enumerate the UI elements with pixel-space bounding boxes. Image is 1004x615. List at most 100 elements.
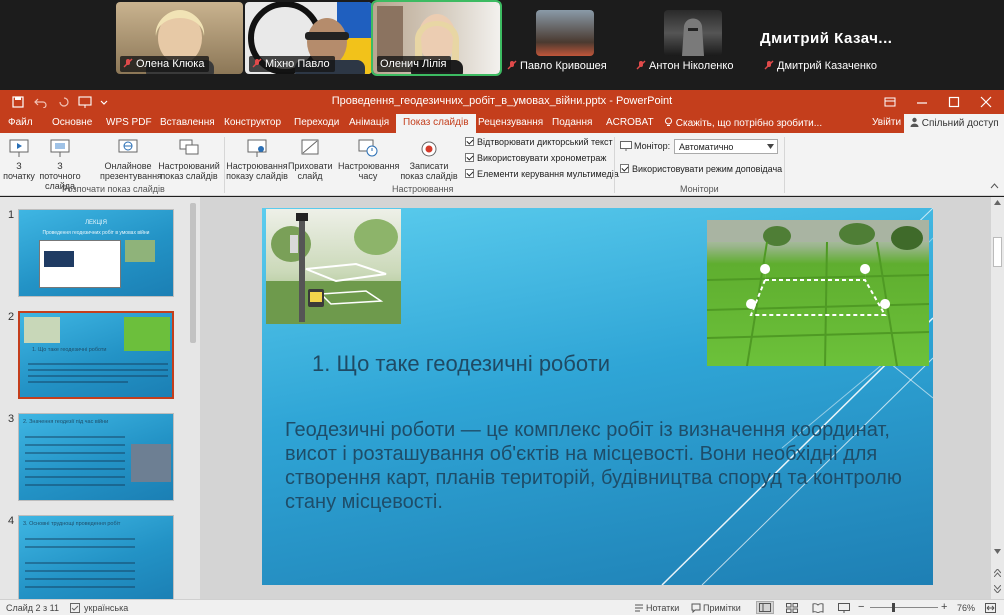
sign-in-link[interactable]: Увійти [872,117,901,128]
tab-slide-show[interactable]: Показ слайдів [396,114,476,133]
tab-home[interactable]: Основне [52,117,92,128]
participant-name: Антон Ніколенко [649,60,734,72]
thumbnail-text-line [25,546,135,548]
thumbnail-illustration [24,317,60,343]
group-label-start: Розпочати показ слайдів [62,184,165,194]
thumbnail-text-line [25,452,125,454]
from-current-slide-button[interactable]: З поточного слайда [36,137,84,191]
monitor-select-value: Автоматично [679,142,734,152]
participant-tile-2[interactable]: Міхно Павло [245,2,372,74]
thumbnail-number: 1 [8,209,15,221]
slideshow-view-icon[interactable] [838,603,850,613]
language-indicator[interactable]: українська [84,603,128,613]
maximize-icon[interactable] [948,96,960,108]
tab-acrobat[interactable]: ACROBAT [606,117,654,128]
tab-animations[interactable]: Анімація [349,117,389,128]
share-button[interactable]: Спільний доступ [904,114,1004,133]
slide-thumbnails-pane: 1 ЛЕКЦІЯ Проведення геодезичних робіт в … [0,197,200,599]
reading-view-icon[interactable] [812,603,824,613]
participant-tile-3-active-speaker[interactable]: Оленич Лілія [371,0,502,76]
tab-review[interactable]: Рецензування [478,117,543,128]
normal-view-button[interactable] [756,601,774,614]
participant-name: Оленич Лілія [380,58,447,70]
checkbox-checked-icon [620,164,629,173]
window-title-bar: Проведення_геодезичних_робіт_в_умовах_ві… [0,90,1004,114]
mic-muted-icon [123,58,133,68]
record-slide-show-button[interactable]: Записати показ слайдів [398,137,460,181]
scroll-up-icon[interactable] [994,200,1001,205]
participant-name: Павло Кривошея [520,60,607,72]
zoom-out-icon[interactable]: − [858,601,864,613]
button-label: З початку [3,161,35,181]
editor-vertical-scrollbar[interactable] [991,197,1004,599]
ribbon-slide-show: З початку З поточного слайда Онлайнове п… [0,133,1004,196]
collapse-ribbon-icon[interactable] [990,183,999,189]
minimize-icon[interactable] [916,96,928,108]
show-media-controls-checkbox[interactable]: Елементи керування мультимедіа [465,169,619,179]
scrollbar-thumb[interactable] [190,203,196,343]
tab-insert[interactable]: Вставлення [160,117,215,128]
thumbnail-text-line [28,369,168,371]
normal-view-icon [759,603,771,612]
participant-name-tag: Оленич Лілія [377,56,452,72]
person-icon [910,117,919,127]
slideshow-start-icon [9,139,29,157]
slide-thumbnail-2-selected[interactable]: 1. Що таке геодезичні роботи [18,311,174,399]
thumbnail-photo [125,240,155,262]
slide-thumbnail-4[interactable]: 3. Основні труднощі проведення робіт [18,515,174,599]
checkbox-label: Відтворювати дикторський текст [477,137,613,147]
button-label: Настроювання часу [338,161,400,181]
thumbnail-title: ЛЕКЦІЯ [85,220,107,226]
present-online-button[interactable]: Онлайнове презентування [100,137,162,181]
spellcheck-icon[interactable] [70,603,80,613]
zoom-slider[interactable] [870,607,938,608]
slide-title[interactable]: 1. Що таке геодезичні роботи [312,351,610,377]
thumbnail-text-line [25,436,125,438]
participant-tile-1[interactable]: Олена Клюка [116,2,243,74]
use-timings-checkbox[interactable]: Використовувати хронометраж [465,153,606,163]
custom-slide-show-button[interactable]: Настроюваний показ слайдів [158,137,220,181]
tab-wps-pdf[interactable]: WPS PDF [106,117,152,128]
participant-name: Міхно Павло [265,58,330,70]
slide-thumbnail-1[interactable]: ЛЕКЦІЯ Проведення геодезичних робіт в ум… [18,209,174,297]
slide-thumbnail-3[interactable]: 2. Значення геодезії під час війни [18,413,174,501]
set-up-slide-show-button[interactable]: Настроювання показу слайдів [226,137,288,181]
ribbon-display-options-icon[interactable] [884,96,896,108]
rehearse-timings-button[interactable]: Настроювання часу [338,137,400,181]
monitor-select[interactable]: Автоматично [674,139,778,154]
tab-view[interactable]: Подання [552,117,592,128]
current-slide[interactable]: 1. Що таке геодезичні роботи Геодезичні … [262,208,933,585]
presenter-view-checkbox[interactable]: Використовувати режим доповідача [620,164,782,174]
group-label-monitors: Монітори [680,184,719,194]
record-icon [421,141,437,157]
slide-sorter-icon[interactable] [786,603,798,613]
play-narrations-checkbox[interactable]: Відтворювати дикторський текст [465,137,613,147]
zoom-slider-handle[interactable] [892,603,895,612]
previous-slide-icon[interactable] [994,569,1001,577]
hide-slide-button[interactable]: Приховати слайд [288,137,333,181]
video-conference-strip: Олена Клюка Міхно Павло Оленич Лілія Пав… [0,0,1004,90]
comments-button[interactable]: Примітки [703,603,741,613]
notes-button[interactable]: Нотатки [646,603,679,613]
tell-me-search[interactable]: Скажіть, що потрібно зробити... [664,117,822,129]
participant-large-name: Дмитрий Казач... [760,30,893,47]
thumbnails-scrollbar[interactable] [188,199,198,597]
from-beginning-button[interactable]: З початку [2,137,36,181]
gnss-receiver-icon [266,213,401,324]
participant-avatar-4[interactable] [536,10,594,56]
thumbnail-text-line [25,578,135,580]
participant-avatar-5[interactable] [664,10,722,56]
fit-to-window-icon[interactable] [985,603,996,613]
zoom-level[interactable]: 76% [957,603,975,613]
tab-transitions[interactable]: Переходи [294,117,339,128]
next-slide-icon[interactable] [994,585,1001,593]
tab-design[interactable]: Конструктор [224,117,281,128]
close-icon[interactable] [980,96,992,108]
zoom-in-icon[interactable]: + [941,601,947,613]
slide-body-text[interactable]: Геодезичні роботи — це комплекс робіт із… [285,418,925,514]
scrollbar-thumb[interactable] [993,237,1002,267]
participant-name-tag: Міхно Павло [249,56,335,72]
tab-file[interactable]: Файл [8,117,33,128]
scroll-down-icon[interactable] [994,549,1001,554]
checkbox-label: Використовувати режим доповідача [632,164,783,174]
